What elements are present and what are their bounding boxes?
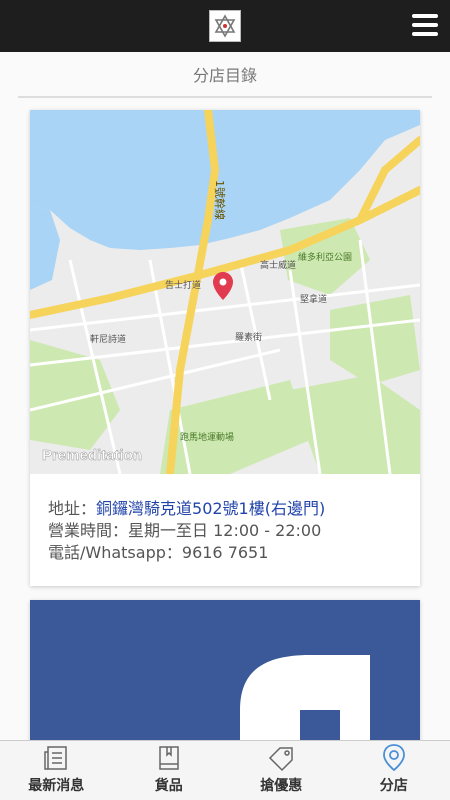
map-label-causeway: 高士威道 bbox=[260, 259, 296, 271]
map-pin-icon bbox=[382, 744, 405, 772]
nav-label-branches: 分店 bbox=[379, 778, 408, 794]
branch-info: 地址：銅鑼灣騎克道502號1樓(右邊門) 營業時間：星期一至日 12:00 - … bbox=[30, 474, 420, 564]
map-label-happy-valley: 跑馬地運動場 bbox=[180, 431, 234, 443]
branch-card: 1號幹線 告士打道 高士威道 軒尼詩道 維多利亞公園 跑馬地運動場 堅拿道 羅素… bbox=[30, 110, 420, 586]
top-bar bbox=[0, 0, 450, 52]
hours-row: 營業時間：星期一至日 12:00 - 22:00 bbox=[48, 520, 402, 542]
tag-icon bbox=[269, 747, 293, 772]
hexagram-logo-icon[interactable] bbox=[209, 10, 241, 42]
hamburger-menu-icon[interactable] bbox=[412, 14, 438, 36]
nav-label-products: 貨品 bbox=[154, 778, 183, 794]
map-label-hennessy: 軒尼詩道 bbox=[90, 333, 126, 345]
nav-item-news[interactable]: 最新消息 bbox=[0, 741, 113, 800]
bottom-nav: 最新消息 貨品 搶優惠 分店 bbox=[0, 740, 450, 800]
map-watermark: Premeditation bbox=[42, 447, 142, 464]
phone-row: 電話/Whatsapp：9616 7651 bbox=[48, 542, 402, 564]
phone-label: 電話/Whatsapp： bbox=[48, 543, 182, 562]
map-label-victoria-park: 維多利亞公園 bbox=[298, 251, 352, 263]
facebook-icon bbox=[240, 655, 370, 740]
nav-item-deals[interactable]: 搶優惠 bbox=[225, 741, 338, 800]
newspaper-icon bbox=[44, 746, 67, 770]
phone-value[interactable]: 9616 7651 bbox=[182, 543, 269, 562]
address-label: 地址： bbox=[48, 499, 97, 518]
nav-label-deals: 搶優惠 bbox=[260, 778, 303, 794]
address-row: 地址：銅鑼灣騎克道502號1樓(右邊門) bbox=[48, 498, 402, 520]
facebook-promo-card[interactable] bbox=[30, 600, 420, 740]
page-title: 分店目錄 bbox=[192, 66, 257, 85]
hours-value: 星期一至日 12:00 - 22:00 bbox=[128, 521, 322, 540]
hours-label: 營業時間： bbox=[48, 521, 129, 540]
nav-item-branches[interactable]: 分店 bbox=[338, 741, 450, 800]
map-label-gloucester: 告士打道 bbox=[165, 279, 201, 291]
nav-label-news: 最新消息 bbox=[28, 778, 85, 794]
main-content: 分店目錄 1號幹線 告士打道 高士威道 軒尼詩道 維多利亞公園 跑馬地運動場 堅… bbox=[0, 52, 450, 740]
map-label-russell: 羅素街 bbox=[235, 331, 262, 343]
book-icon bbox=[159, 746, 179, 770]
branch-map[interactable]: 1號幹線 告士打道 高士威道 軒尼詩道 維多利亞公園 跑馬地運動場 堅拿道 羅素… bbox=[30, 110, 420, 474]
title-divider bbox=[18, 96, 432, 98]
map-label-road: 1號幹線 bbox=[213, 180, 227, 220]
map-label-kennedy: 堅拿道 bbox=[300, 293, 327, 305]
address-link[interactable]: 銅鑼灣騎克道502號1樓(右邊門) bbox=[96, 499, 325, 518]
nav-item-products[interactable]: 貨品 bbox=[113, 741, 226, 800]
